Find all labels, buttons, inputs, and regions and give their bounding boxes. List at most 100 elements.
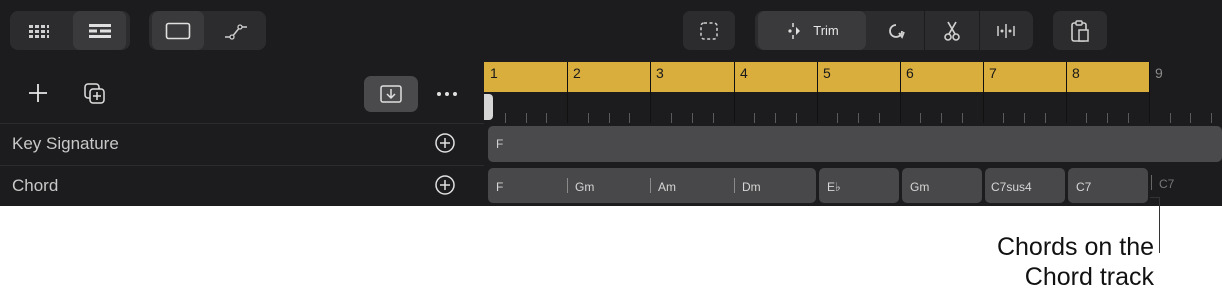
chord-name: C7	[1076, 180, 1092, 194]
grid-icon	[29, 24, 49, 38]
beat-tick	[1086, 113, 1087, 123]
beat-tick	[1211, 113, 1212, 123]
clipboard-icon	[1071, 19, 1089, 42]
loop-icon	[889, 23, 905, 39]
beat-tick	[962, 113, 963, 123]
add-circle-icon[interactable]	[434, 132, 456, 154]
bar-number: 9	[1155, 65, 1163, 81]
beat-tick	[629, 113, 630, 123]
chord-track-header[interactable]: Chord	[0, 165, 484, 206]
chord-name: F	[496, 180, 504, 194]
chord-name: Am	[658, 180, 676, 194]
beat-tick	[692, 113, 693, 123]
callout-line	[1159, 197, 1160, 253]
chord-lane: F Gm Am Dm E♭ Gm C7sus4 C7 C7	[484, 165, 1222, 206]
beat-tick	[1045, 113, 1046, 123]
beat-tick	[1003, 113, 1004, 123]
beat-tick	[754, 113, 755, 123]
beat-tick	[920, 113, 921, 123]
beat-tick	[796, 113, 797, 123]
key-signature-label: F	[496, 137, 504, 151]
beat-tick	[775, 113, 776, 123]
bar-number: 2	[573, 65, 581, 81]
beat-tick	[588, 113, 589, 123]
loop-tool-button[interactable]	[870, 11, 922, 50]
paste-button[interactable]	[1053, 11, 1107, 50]
download-tray-icon	[380, 85, 402, 103]
beat-tick	[858, 113, 859, 123]
chord-region[interactable]: C7	[1068, 168, 1148, 203]
download-button[interactable]	[364, 76, 418, 112]
beat-tick	[941, 113, 942, 123]
ellipsis-icon	[437, 92, 457, 96]
chord-region[interactable]: C7sus4	[985, 168, 1065, 203]
automation-mode-button[interactable]	[210, 11, 262, 50]
marquee-button[interactable]	[683, 11, 735, 50]
chord-name: E♭	[827, 180, 841, 194]
more-options-button[interactable]	[434, 86, 460, 102]
split-tool-button[interactable]	[926, 11, 978, 50]
join-icon	[997, 23, 1015, 38]
duplicate-icon	[84, 83, 105, 104]
callout-line-2: Chord track	[1024, 263, 1154, 291]
join-tool-button[interactable]	[981, 11, 1031, 50]
bar-number: 8	[1072, 65, 1080, 81]
logic-tracks-window: Trim 1 2 3 4 5 6 7 8 9 Key Signature F C…	[0, 0, 1222, 206]
bar-number: 7	[989, 65, 997, 81]
beat-tick	[526, 113, 527, 123]
plus-icon	[29, 84, 47, 102]
add-circle-icon[interactable]	[434, 174, 456, 196]
beat-tick	[1024, 113, 1025, 123]
track-name: Chord	[12, 176, 59, 195]
ruler[interactable]: 1 2 3 4 5 6 7 8 9	[484, 62, 1222, 123]
scissors-icon	[944, 21, 960, 41]
beat-tick	[505, 113, 506, 123]
beat-tick	[713, 113, 714, 123]
callout-line-1: Chords on the	[996, 233, 1154, 261]
toolbar: Trim	[0, 0, 1222, 62]
duplicate-track-button[interactable]	[82, 81, 108, 107]
playhead-handle[interactable]	[484, 94, 493, 120]
automation-curve-icon	[225, 23, 247, 40]
track-header-controls	[0, 62, 484, 123]
callout-text: Chords on the Chord track	[997, 232, 1154, 292]
bar-number: 1	[490, 65, 498, 81]
beat-tick	[1107, 113, 1108, 123]
key-signature-track-header[interactable]: Key Signature	[0, 123, 484, 163]
grid-view-button[interactable]	[13, 11, 65, 50]
chord-name: C7	[1159, 177, 1175, 191]
beat-tick	[546, 113, 547, 123]
beat-tick	[837, 113, 838, 123]
chord-region[interactable]: E♭	[819, 168, 899, 203]
bar-number: 4	[740, 65, 748, 81]
key-signature-lane: F	[484, 123, 1222, 165]
tracks-view-icon	[88, 23, 111, 38]
region-mode-button[interactable]	[152, 11, 204, 50]
trim-icon	[788, 22, 801, 39]
beat-tick	[609, 113, 610, 123]
bar-number: 6	[906, 65, 914, 81]
beat-tick	[671, 113, 672, 123]
rectangle-icon	[165, 22, 191, 39]
chord-name: C7sus4	[991, 180, 1032, 194]
trim-tool-button[interactable]: Trim	[758, 11, 866, 50]
bar-number: 5	[823, 65, 831, 81]
divider	[979, 11, 980, 50]
tracks-view-button[interactable]	[73, 11, 126, 50]
chord-name: Gm	[910, 180, 930, 194]
chord-name: Dm	[742, 180, 761, 194]
beat-tick	[1128, 113, 1129, 123]
chord-name: Gm	[575, 180, 595, 194]
chord-region[interactable]: F Gm Am Dm	[488, 168, 816, 203]
beat-tick	[1170, 113, 1171, 123]
chord-region[interactable]: Gm	[902, 168, 982, 203]
divider	[924, 11, 925, 50]
key-signature-region[interactable]: F	[488, 126, 1222, 162]
add-track-button[interactable]	[26, 81, 50, 105]
track-name: Key Signature	[12, 134, 119, 153]
beat-tick	[1190, 113, 1191, 123]
marquee-select-icon	[700, 21, 718, 40]
bar-number: 3	[656, 65, 664, 81]
beat-tick	[879, 113, 880, 123]
trim-label: Trim	[813, 23, 839, 38]
